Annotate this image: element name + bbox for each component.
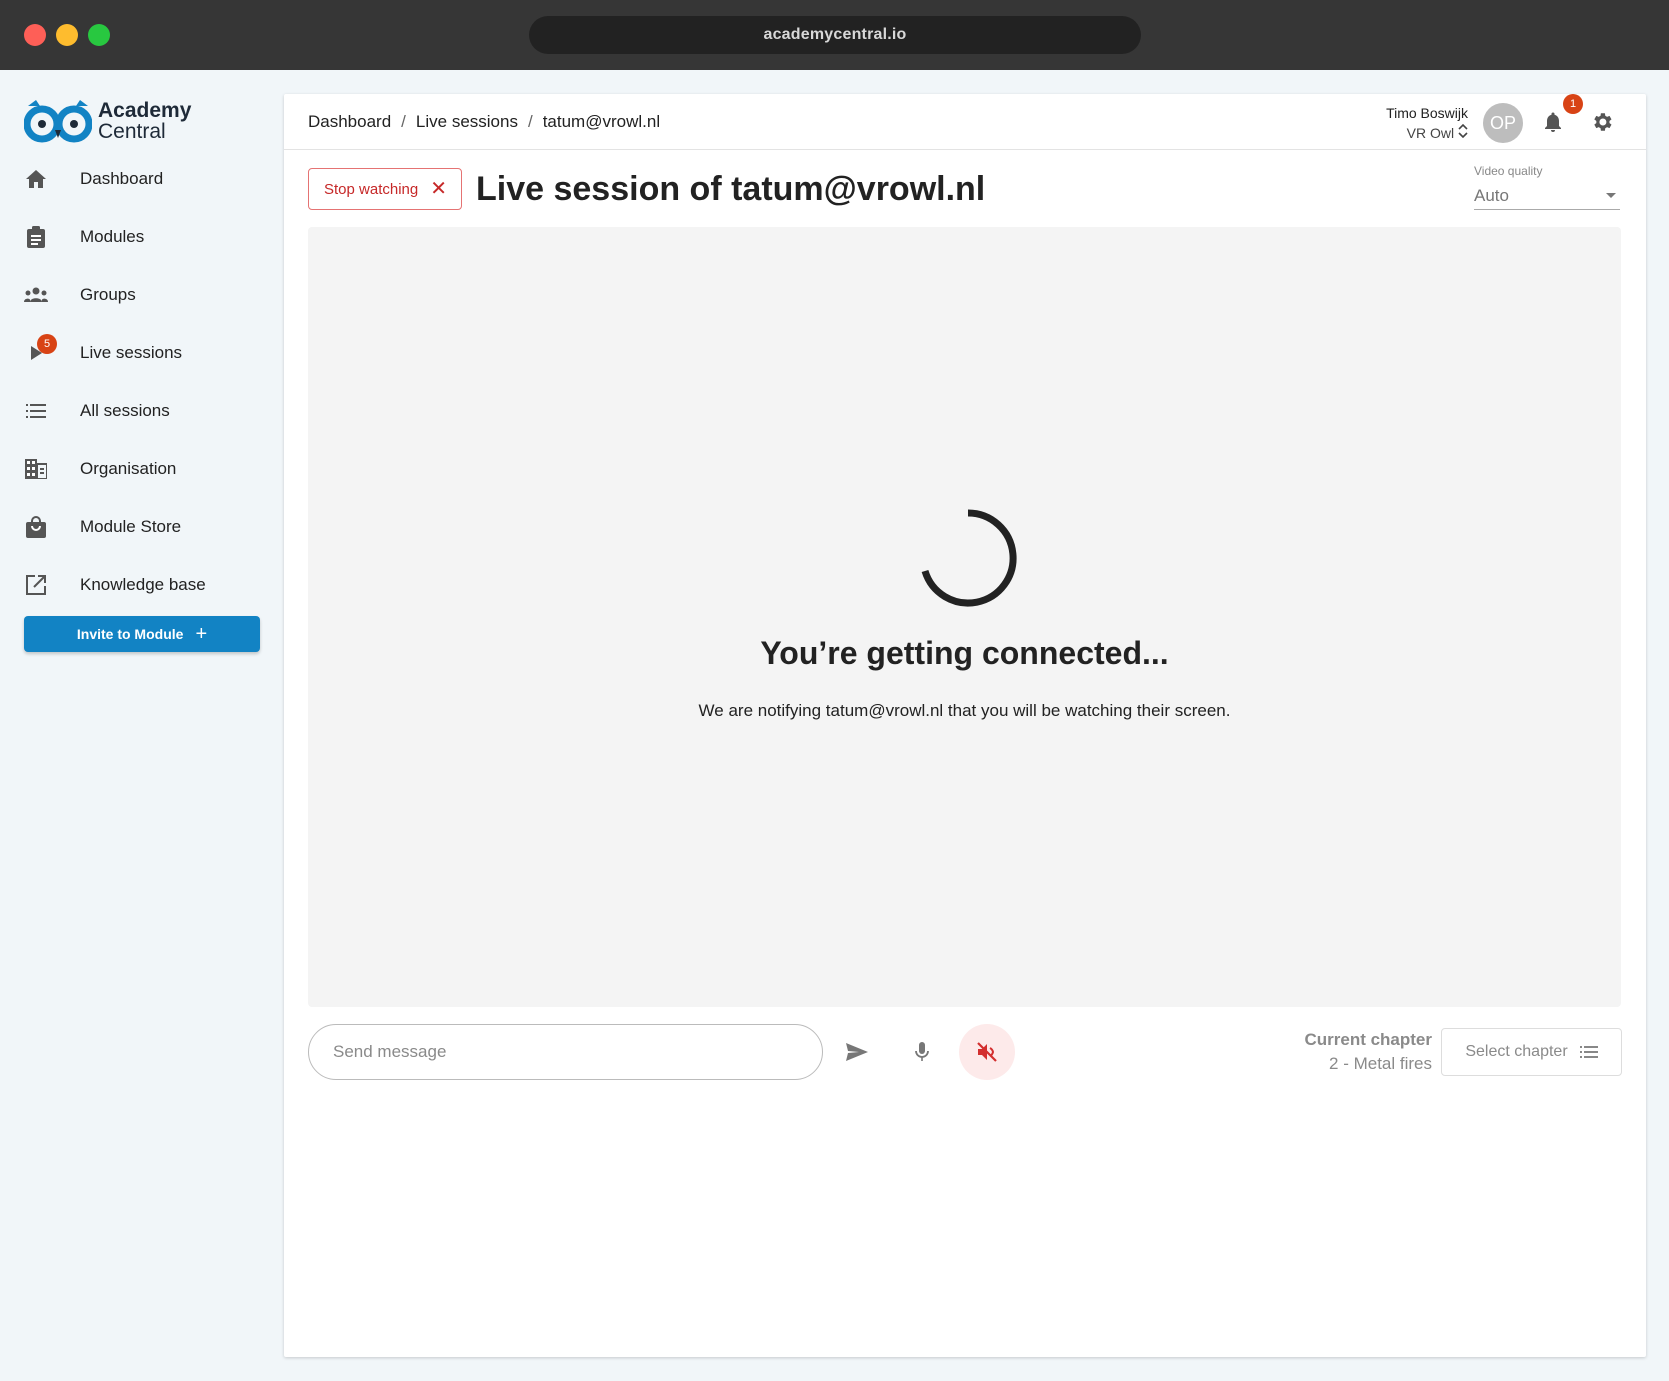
breadcrumb-current: tatum@vrowl.nl — [542, 112, 661, 131]
video-stream-area: You’re getting connected... We are notif… — [308, 227, 1621, 1007]
sidebar-item-label: All sessions — [80, 401, 170, 420]
settings-gear-icon[interactable] — [1590, 110, 1614, 134]
org-selector[interactable]: VR Owl — [1386, 123, 1468, 143]
video-quality-value: Auto — [1474, 185, 1509, 205]
groups-icon — [24, 283, 48, 307]
send-message-input[interactable] — [308, 1024, 823, 1080]
window-titlebar: academycentral.io — [0, 0, 1669, 70]
unfold-icon — [1458, 123, 1468, 139]
close-icon: ✕ — [430, 178, 447, 200]
avatar[interactable]: OP — [1483, 103, 1523, 143]
sidebar-item-label: Groups — [80, 285, 136, 304]
minimize-window-button[interactable] — [56, 24, 78, 46]
video-quality-select[interactable]: Video quality Auto — [1474, 164, 1620, 210]
sidebar-item-label: Module Store — [80, 517, 182, 536]
current-chapter-info: Current chapter 2 - Metal fires — [1304, 1028, 1432, 1076]
home-icon — [24, 167, 48, 191]
invite-to-module-button[interactable]: Invite to Module + — [24, 616, 260, 652]
send-icon — [846, 1043, 868, 1061]
stop-watching-button[interactable]: Stop watching ✕ — [308, 168, 462, 210]
loading-spinner-icon — [921, 509, 1017, 607]
notification-count-badge: 1 — [1563, 94, 1583, 114]
notifications-bell-icon[interactable] — [1541, 110, 1565, 134]
sidebar-item-all-sessions[interactable]: All sessions — [0, 382, 270, 440]
breadcrumb: Dashboard / Live sessions / tatum@vrowl.… — [308, 112, 660, 132]
sidebar-item-live-sessions[interactable]: 5 Live sessions — [0, 324, 270, 382]
breadcrumb-separator: / — [527, 112, 533, 131]
speaker-mute-button[interactable] — [959, 1024, 1015, 1080]
maximize-window-button[interactable] — [88, 24, 110, 46]
list-icon — [24, 399, 48, 423]
breadcrumb-dashboard[interactable]: Dashboard — [308, 112, 391, 132]
sidebar-item-label: Modules — [80, 227, 145, 246]
shopping-bag-icon — [24, 515, 48, 539]
sidebar-item-label: Knowledge base — [80, 575, 206, 594]
connecting-title: You’re getting connected... — [760, 635, 1169, 671]
breadcrumb-live-sessions[interactable]: Live sessions — [416, 112, 518, 132]
caret-down-icon — [1606, 193, 1616, 198]
address-bar[interactable]: academycentral.io — [529, 16, 1141, 54]
sidebar-item-modules[interactable]: Modules — [0, 208, 270, 266]
invite-button-label: Invite to Module — [76, 626, 184, 642]
sidebar-item-label: Live sessions — [80, 343, 183, 362]
stop-watching-label: Stop watching — [324, 180, 419, 198]
logo-line-1: Academy — [98, 99, 192, 122]
open-in-new-icon — [24, 573, 48, 597]
send-button[interactable] — [837, 1032, 877, 1072]
sidebar-nav: Dashboard Modules Groups 5 Live sessions… — [0, 150, 270, 614]
connecting-message: We are notifying tatum@vrowl.nl that you… — [698, 701, 1231, 720]
plus-icon: + — [195, 623, 208, 645]
clipboard-icon — [24, 225, 48, 249]
video-quality-label: Video quality — [1474, 164, 1543, 178]
sidebar-item-knowledge-base[interactable]: Knowledge base — [0, 556, 270, 614]
sidebar-item-label: Organisation — [80, 459, 177, 478]
sidebar-item-module-store[interactable]: Module Store — [0, 498, 270, 556]
breadcrumb-separator: / — [401, 112, 406, 131]
select-chapter-button[interactable]: Select chapter — [1441, 1028, 1622, 1076]
logo-wordmark: Academy Central — [98, 100, 191, 142]
live-sessions-count-badge: 5 — [37, 334, 57, 354]
close-window-button[interactable] — [24, 24, 46, 46]
logo-line-2: Central — [98, 120, 166, 143]
owl-logo-icon — [24, 100, 92, 143]
volume-off-icon — [977, 1042, 997, 1062]
page-title: Live session of tatum@vrowl.nl — [476, 170, 986, 208]
user-org-switcher[interactable]: Timo Boswijk VR Owl — [1386, 103, 1468, 143]
sidebar-item-label: Dashboard — [80, 169, 164, 188]
main-card: Dashboard / Live sessions / tatum@vrowl.… — [284, 94, 1646, 1357]
user-name: Timo Boswijk — [1386, 105, 1468, 121]
current-chapter-label: Current chapter — [1304, 1030, 1432, 1049]
microphone-icon — [915, 1042, 929, 1061]
video-quality-dropdown[interactable]: Auto — [1474, 182, 1620, 210]
list-icon — [1579, 1046, 1598, 1058]
org-name: VR Owl — [1406, 125, 1455, 141]
sidebar-item-organisation[interactable]: Organisation — [0, 440, 270, 498]
current-chapter-value: 2 - Metal fires — [1329, 1054, 1432, 1073]
top-bar: Dashboard / Live sessions / tatum@vrowl.… — [284, 94, 1646, 150]
sidebar-item-dashboard[interactable]: Dashboard — [0, 150, 270, 208]
select-chapter-label: Select chapter — [1465, 1043, 1568, 1060]
app-logo[interactable]: Academy Central — [24, 98, 191, 144]
microphone-button[interactable] — [902, 1032, 942, 1072]
building-icon — [24, 457, 48, 481]
sidebar-item-groups[interactable]: Groups — [0, 266, 270, 324]
